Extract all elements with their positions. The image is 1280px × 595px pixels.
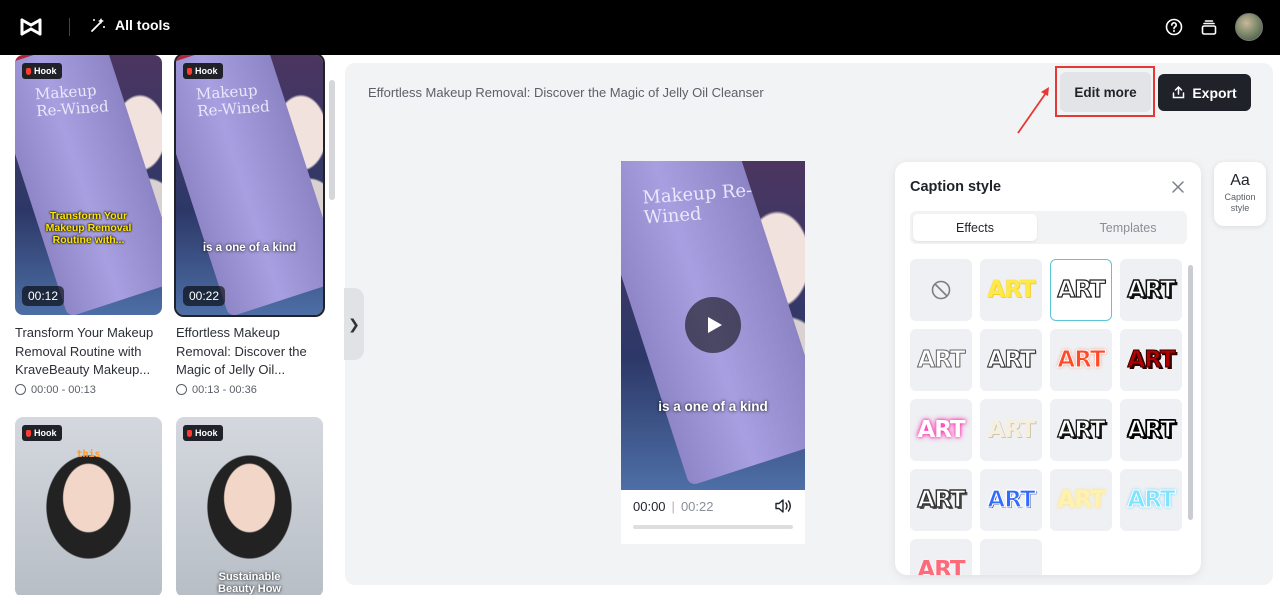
effect-soft-outline[interactable]: ART — [980, 329, 1042, 391]
volume-icon[interactable] — [774, 498, 792, 514]
tab-templates[interactable]: Templates — [1066, 214, 1190, 241]
clip-thumbnail[interactable]: Hook this — [15, 417, 162, 595]
product-label: Makeup Re-Wined — [195, 81, 271, 121]
effect-bold-shadow[interactable]: ART — [1050, 399, 1112, 461]
effect-thin-outline[interactable]: ART — [910, 329, 972, 391]
effect-coral[interactable]: ART — [910, 539, 972, 575]
export-button[interactable]: Export — [1158, 74, 1251, 111]
effect-yellow-glow[interactable]: ART — [980, 259, 1042, 321]
stack-icon[interactable] — [1200, 18, 1218, 36]
thumbnail-caption: Transform Your Makeup Removal Routine wi… — [45, 210, 132, 246]
no-effect-icon — [931, 280, 951, 300]
clip-range-text: 00:00 - 00:13 — [31, 383, 96, 396]
top-bar: All tools — [0, 0, 1280, 55]
effect-none[interactable] — [910, 259, 972, 321]
hook-badge-label: Hook — [195, 66, 218, 76]
video-title: Effortless Makeup Removal: Discover the … — [368, 85, 764, 100]
panel-title: Caption style — [910, 179, 1002, 195]
user-avatar[interactable] — [1235, 13, 1263, 41]
annotation-highlight-box — [1055, 66, 1155, 117]
hook-badge: Hook — [22, 425, 62, 441]
thumbnail-caption: Sustainable Beauty How — [218, 571, 281, 595]
thumbnail-caption: is a one of a kind — [202, 242, 297, 254]
clip-thumbnail[interactable]: Makeup Re-Wined Hook Transform Your Make… — [15, 55, 162, 315]
clip-title: Transform Your Makeup Removal Routine wi… — [15, 325, 154, 377]
flame-icon — [187, 67, 192, 75]
tab-switcher: Effects Templates — [910, 211, 1187, 244]
hook-badge: Hook — [183, 63, 223, 79]
clip-card[interactable]: Hook this — [15, 417, 162, 595]
divider — [69, 18, 70, 36]
product-label: Makeup Re-Wined — [641, 179, 753, 229]
effect-outline-shadow[interactable]: ART — [1120, 259, 1182, 321]
play-icon — [708, 317, 722, 333]
close-icon[interactable] — [1171, 180, 1185, 194]
clip-list: Makeup Re-Wined Hook Transform Your Make… — [0, 55, 340, 595]
list-scrollbar[interactable] — [329, 80, 335, 200]
clip-card[interactable]: Hook Sustainable Beauty How — [176, 417, 323, 595]
hook-badge-label: Hook — [195, 428, 218, 438]
effect-blue[interactable]: ART — [980, 469, 1042, 531]
all-tools-button[interactable]: All tools — [89, 16, 170, 34]
panel-scrollbar[interactable] — [1188, 265, 1193, 520]
effect-dark-red[interactable]: ART — [1120, 329, 1182, 391]
caption-style-panel: Caption style Effects Templates ART ART … — [895, 162, 1201, 575]
hook-badge: Hook — [183, 425, 223, 441]
video-caption: is a one of a kind — [658, 399, 768, 414]
play-button[interactable] — [685, 297, 741, 353]
effect-empty[interactable] — [980, 539, 1042, 575]
all-tools-label: All tools — [115, 17, 171, 33]
time-readout: 00:00 | 00:22 — [633, 499, 713, 514]
caption-style-label: Caption style — [1224, 192, 1256, 213]
effect-pink-neon[interactable]: ART — [910, 399, 972, 461]
clock-icon — [15, 384, 26, 395]
export-icon — [1173, 86, 1185, 99]
total-time: 00:22 — [680, 499, 714, 514]
duration-badge: 00:12 — [22, 286, 65, 306]
magic-wand-icon — [91, 18, 105, 32]
hook-badge: Hook — [22, 63, 62, 79]
effect-red-outline[interactable]: ART — [1050, 329, 1112, 391]
progress-bar[interactable] — [633, 525, 793, 529]
hook-badge-label: Hook — [34, 428, 57, 438]
product-label: Makeup Re-Wined — [34, 81, 110, 121]
clip-range-text: 00:13 - 00:36 — [192, 383, 257, 396]
video-frame[interactable]: Makeup Re-Wined is a one of a kind — [621, 161, 805, 490]
effect-heavy-outline[interactable]: ART — [1120, 399, 1182, 461]
current-time: 00:00 — [633, 499, 666, 514]
flame-icon — [187, 429, 192, 437]
caption-style-side-button[interactable]: Aa Caption style — [1214, 162, 1266, 226]
clip-card[interactable]: Makeup Re-Wined Hook Transform Your Make… — [15, 55, 162, 396]
clock-icon — [176, 384, 187, 395]
collapse-panel-button[interactable]: ❯ — [344, 288, 364, 360]
effect-cyan[interactable]: ART — [1120, 469, 1182, 531]
effect-outline-selected[interactable]: ART — [1050, 259, 1112, 321]
effect-cream[interactable]: ART — [980, 399, 1042, 461]
chevron-right-icon: ❯ — [348, 315, 360, 332]
flame-icon — [26, 67, 31, 75]
help-circle-icon[interactable] — [1165, 18, 1183, 36]
annotation-arrow-icon — [1017, 87, 1049, 134]
clip-title: Effortless Makeup Removal: Discover the … — [176, 325, 307, 377]
video-player: Makeup Re-Wined is a one of a kind 00:00… — [621, 161, 805, 544]
effect-grey-3d[interactable]: ART — [910, 469, 972, 531]
time-separator: | — [671, 499, 675, 514]
text-style-icon: Aa — [1230, 172, 1250, 189]
clip-range: 00:13 - 00:36 — [176, 384, 323, 396]
export-label: Export — [1192, 84, 1237, 101]
effect-light-yellow[interactable]: ART — [1050, 469, 1112, 531]
flame-icon — [26, 429, 31, 437]
clip-thumbnail[interactable]: Hook Sustainable Beauty How — [176, 417, 323, 595]
clip-range: 00:00 - 00:13 — [15, 384, 162, 396]
clip-card-selected[interactable]: Makeup Re-Wined Hook is a one of a kind … — [174, 55, 325, 396]
clip-thumbnail[interactable]: Makeup Re-Wined Hook is a one of a kind … — [174, 55, 325, 317]
tab-effects[interactable]: Effects — [913, 214, 1037, 241]
hook-badge-label: Hook — [34, 66, 57, 76]
thumbnail-caption: this — [76, 449, 101, 460]
capcut-logo-icon[interactable] — [18, 14, 44, 40]
duration-badge: 00:22 — [183, 286, 226, 306]
